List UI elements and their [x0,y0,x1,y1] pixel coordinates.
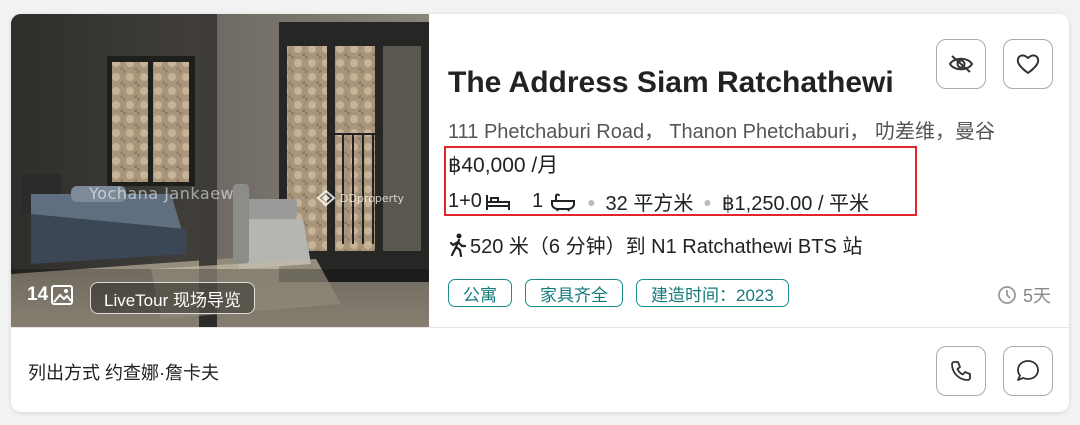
listing-title[interactable]: The Address Siam Ratchathewi [448,66,934,100]
posted-time-value: 5天 [1022,286,1051,306]
lister-info: 列出方式 约查娜·詹卡夫 [28,359,219,385]
posted-time: 5天 [997,282,1051,308]
heart-icon [1016,54,1040,74]
listing-card[interactable]: Yochana Jankaew DDproperty 14 LiveTour 现… [11,14,1069,412]
favorite-button[interactable] [1003,39,1053,89]
baths-value: 1 [531,190,544,212]
photo-watermark-logo: DDproperty [316,187,404,209]
lister-name[interactable]: 约查娜·詹卡夫 [105,363,219,383]
image-icon [51,285,74,305]
price-per-sqm: ฿1,250.00 / 平米 [721,193,870,215]
ddproperty-logo-icon [316,190,336,206]
tag-build-year[interactable]: 建造时间：2023 [636,279,789,307]
chat-button[interactable] [1003,346,1053,396]
listing-specs: 1+0 1 ● 32 平方米 ● ฿1,250.00 / 平米 [448,187,869,216]
area-value: 32 平方米 [605,193,694,215]
call-button[interactable] [936,346,986,396]
lister-label: 列出方式 [28,363,100,383]
photo-watermark-name: Yochana Jankaew [89,184,235,203]
spec-separator: ● [587,193,596,210]
photo-count-value: 14 [27,284,49,305]
beds-value: 1+0 [448,190,482,212]
photo-count[interactable]: 14 [27,284,74,306]
listing-photo[interactable]: Yochana Jankaew DDproperty 14 LiveTour 现… [11,14,429,327]
livetour-button[interactable]: LiveTour 现场导览 [90,282,255,314]
eye-slash-icon [948,55,974,73]
listing-price: ฿40,000 /月 [448,154,559,177]
hide-listing-button[interactable] [936,39,986,89]
room-photo-image [11,14,429,327]
walking-person-icon [449,233,467,257]
clock-icon [998,286,1016,304]
bed-icon [485,194,510,210]
tag-furnishing[interactable]: 家具齐全 [525,279,623,307]
phone-icon [951,361,971,381]
card-divider [11,327,1069,328]
listing-address: 111 Phetchaburi Road， Thanon Phetchaburi… [448,121,995,143]
bathtub-icon [551,193,576,211]
transit-text: 520 米（6 分钟）到 N1 Ratchathewi BTS 站 [470,236,863,258]
transit-info: 520 米（6 分钟）到 N1 Ratchathewi BTS 站 [448,230,862,259]
spec-separator: ● [703,193,712,210]
photo-watermark-logo-text: DDproperty [340,191,405,205]
chat-bubble-icon [1017,360,1039,381]
tag-list: 公寓 家具齐全 建造时间：2023 [448,279,789,307]
tag-property-type[interactable]: 公寓 [448,279,512,307]
